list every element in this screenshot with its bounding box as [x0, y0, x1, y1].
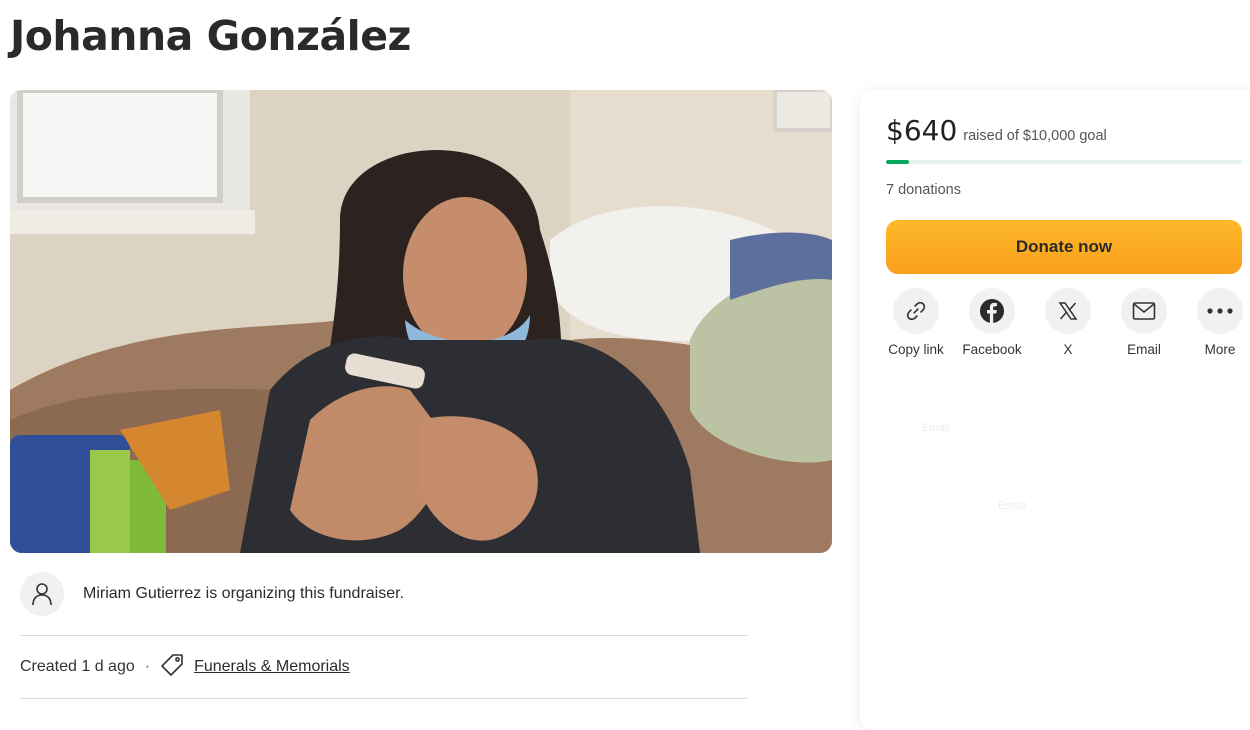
- email-icon: [1121, 288, 1167, 334]
- share-facebook[interactable]: Facebook: [954, 288, 1030, 357]
- campaign-meta: Created 1 d ago · Funerals & Memorials: [20, 652, 350, 682]
- share-label: Copy link: [888, 342, 944, 357]
- donation-count: 7 donations: [886, 182, 961, 198]
- user-avatar-icon: [20, 572, 64, 616]
- share-more[interactable]: More: [1182, 288, 1250, 357]
- progress-fill: [886, 160, 909, 164]
- amount-raised: $640: [886, 114, 958, 147]
- link-icon: [893, 288, 939, 334]
- share-copy-link[interactable]: Copy link: [878, 288, 954, 357]
- share-x[interactable]: X: [1030, 288, 1106, 357]
- share-label: X: [1063, 342, 1073, 357]
- share-label: Facebook: [962, 342, 1022, 357]
- donate-now-button[interactable]: Donate now: [886, 220, 1242, 274]
- facebook-icon: [969, 288, 1015, 334]
- more-icon: [1197, 288, 1243, 334]
- share-label: More: [1204, 342, 1236, 357]
- created-time: Created 1 d ago: [20, 658, 135, 675]
- hero-photo: [10, 90, 832, 553]
- ghost-email-label: Email: [922, 422, 950, 434]
- donation-card: $640 raised of $10,000 goal 7 donations …: [860, 90, 1250, 730]
- x-logo-icon: [1045, 288, 1091, 334]
- divider: [20, 635, 747, 636]
- share-label: Email: [1127, 342, 1161, 357]
- organizer-text: Miriam Gutierrez is organizing this fund…: [83, 585, 405, 602]
- share-row: Copy link Facebook X Email More: [878, 288, 1250, 357]
- amount-row: $640 raised of $10,000 goal: [886, 114, 1107, 147]
- meta-separator: ·: [144, 658, 151, 675]
- tag-icon: [160, 653, 184, 682]
- ghost-email-label: Email: [998, 500, 1026, 512]
- divider: [20, 698, 747, 699]
- category-link[interactable]: Funerals & Memorials: [194, 658, 350, 676]
- share-email[interactable]: Email: [1106, 288, 1182, 357]
- page-title: Johanna González: [10, 12, 411, 60]
- goal-text: raised of $10,000 goal: [963, 128, 1107, 144]
- organizer-row: Miriam Gutierrez is organizing this fund…: [20, 571, 747, 617]
- progress-bar: [886, 160, 1242, 164]
